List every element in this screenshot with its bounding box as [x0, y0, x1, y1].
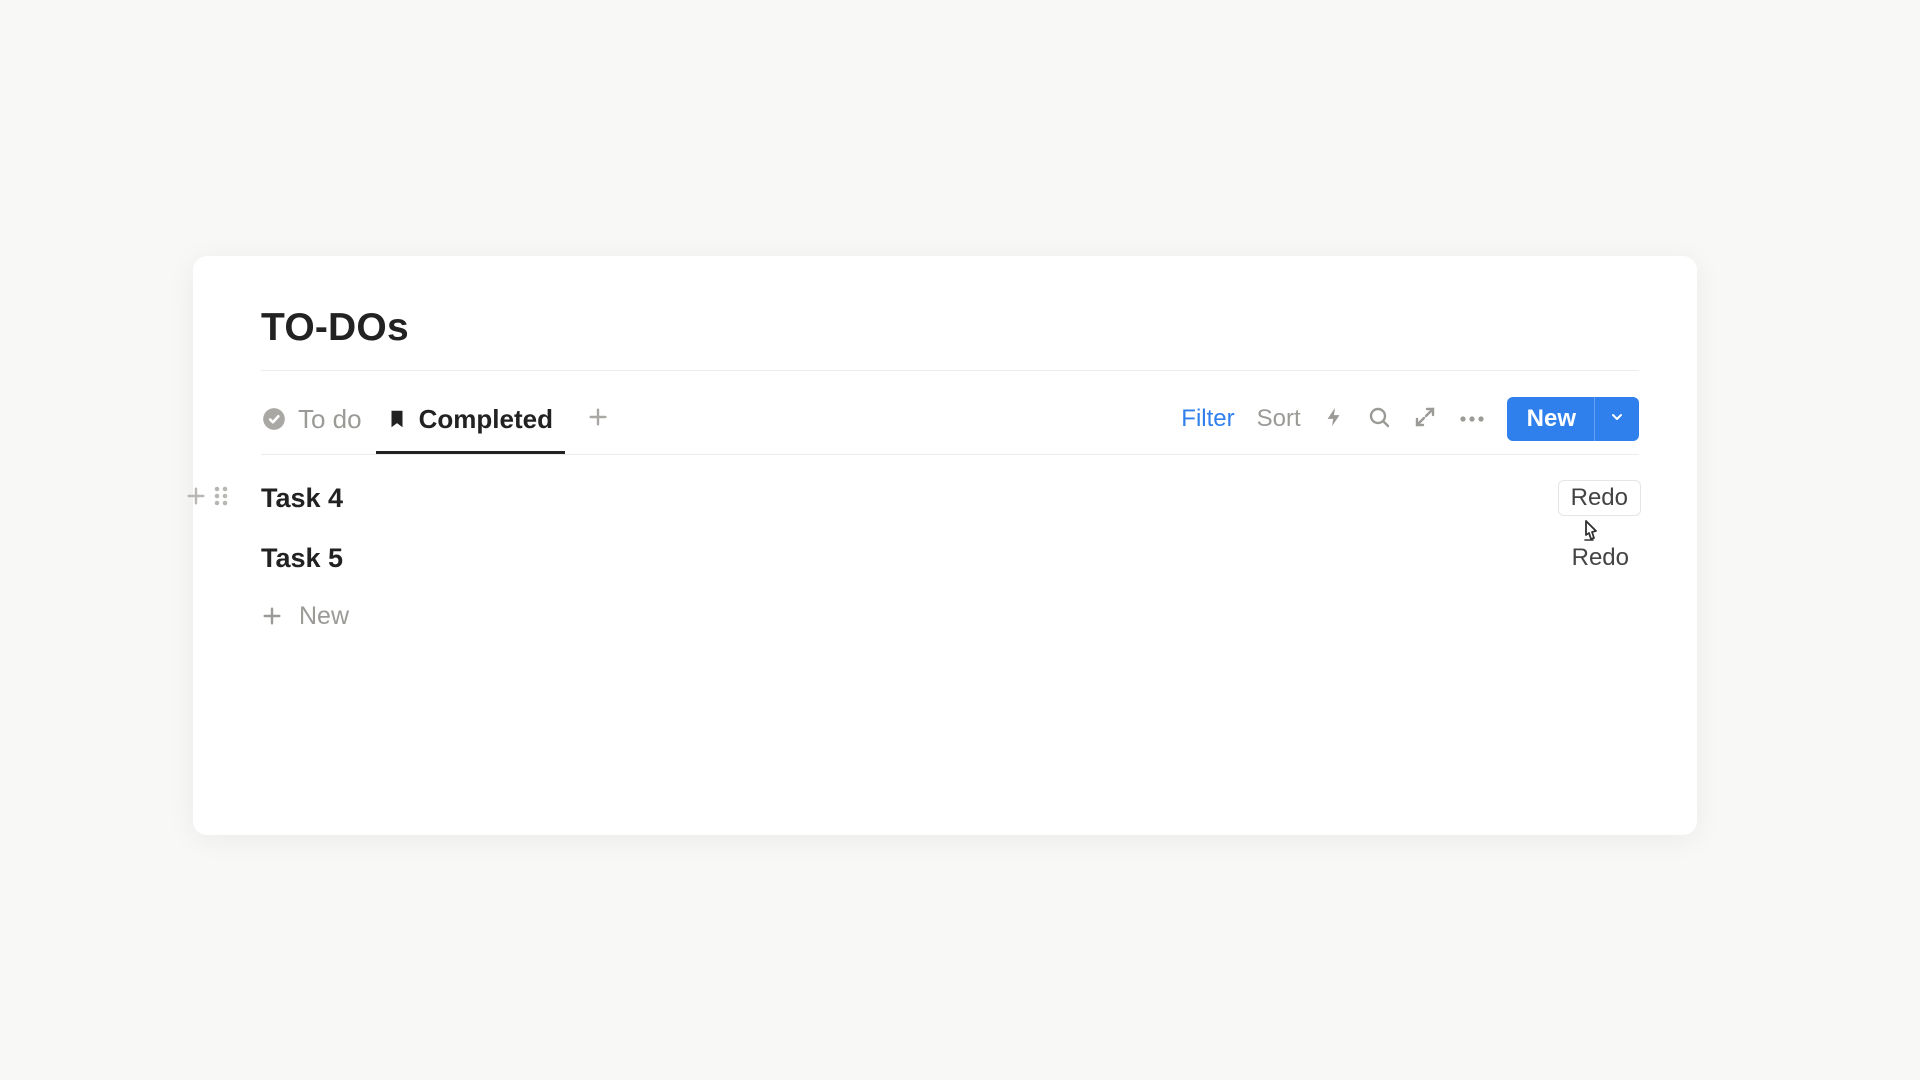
plus-icon [261, 605, 283, 627]
chevron-down-icon [1609, 409, 1625, 430]
redo-button[interactable]: Redo [1560, 541, 1641, 576]
task-title[interactable]: Task 5 [261, 543, 343, 574]
sort-button[interactable]: Sort [1257, 405, 1301, 433]
tab-label: To do [298, 404, 362, 435]
toolbar: Filter Sort [1181, 397, 1639, 441]
new-item-row[interactable]: New [261, 588, 1639, 644]
add-view-button[interactable] [583, 404, 613, 434]
bookmark-icon [386, 406, 408, 432]
task-row[interactable]: Task 4 Redo [261, 468, 1639, 528]
ellipsis-icon [1459, 410, 1485, 428]
tab-label: Completed [419, 404, 553, 435]
tabs: To do Completed [261, 395, 613, 443]
search-button[interactable] [1367, 405, 1391, 434]
filter-button[interactable]: Filter [1181, 405, 1234, 433]
header-divider [261, 370, 1639, 371]
new-button-label: New [1507, 405, 1594, 433]
redo-button[interactable]: Redo [1558, 480, 1641, 517]
check-circle-icon [261, 406, 287, 432]
new-button[interactable]: New [1507, 397, 1639, 441]
row-hover-controls [185, 468, 229, 528]
lightning-icon [1323, 404, 1345, 435]
search-icon [1367, 405, 1391, 434]
tab-row: To do Completed [261, 395, 1639, 443]
drag-handle-icon[interactable] [213, 484, 229, 513]
plus-icon[interactable] [185, 485, 207, 512]
task-row[interactable]: Task 5 Redo [261, 528, 1639, 588]
page-title[interactable]: TO-DOs [261, 306, 409, 350]
plus-icon [587, 406, 609, 433]
card-inner: TO-DOs To do [261, 256, 1639, 835]
database-card: TO-DOs To do [193, 256, 1697, 835]
expand-diagonal-icon [1413, 405, 1437, 434]
expand-button[interactable] [1413, 405, 1437, 434]
task-list: Task 4 Redo Task 5 Redo New [261, 468, 1639, 644]
tabs-bottom-border [261, 454, 1639, 455]
new-item-label: New [299, 602, 349, 631]
tab-to-do[interactable]: To do [261, 395, 362, 443]
task-title[interactable]: Task 4 [261, 483, 343, 514]
automations-button[interactable] [1323, 404, 1345, 435]
more-options-button[interactable] [1459, 410, 1485, 428]
new-button-dropdown[interactable] [1595, 409, 1639, 430]
tab-completed[interactable]: Completed [386, 395, 553, 443]
